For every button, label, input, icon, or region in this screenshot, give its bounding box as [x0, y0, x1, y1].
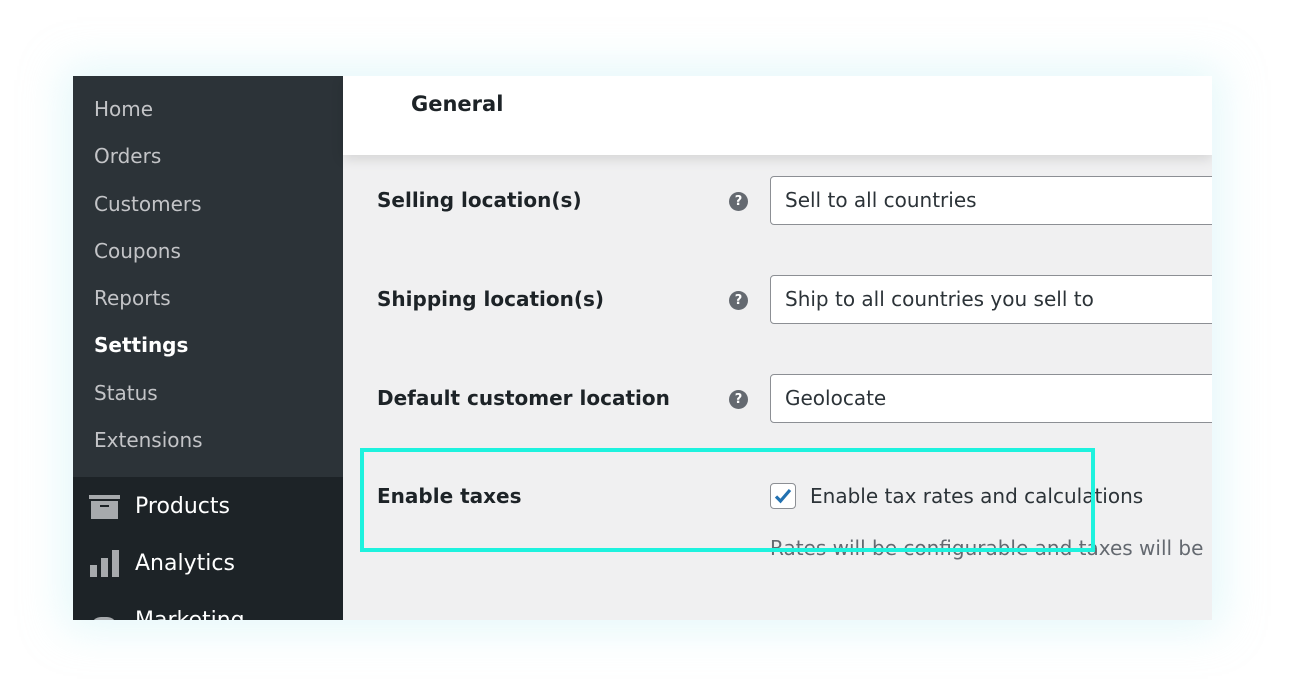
- help-icon[interactable]: ?: [729, 390, 748, 409]
- default-location-select[interactable]: Geolocate: [770, 374, 1212, 423]
- sidebar-item-marketing[interactable]: Marketing: [73, 592, 245, 620]
- archive-box-icon: [89, 493, 121, 521]
- help-icon[interactable]: ?: [729, 291, 748, 310]
- sidebar-item-settings[interactable]: Settings: [73, 322, 343, 369]
- selling-location-select[interactable]: Sell to all countries: [770, 176, 1212, 225]
- shipping-location-select[interactable]: Ship to all countries you sell to: [770, 275, 1212, 324]
- sidebar-item-orders[interactable]: Orders: [73, 133, 343, 180]
- tab-general[interactable]: General: [411, 92, 503, 116]
- sidebar-item-label: Products: [135, 494, 230, 519]
- sidebar-item-home[interactable]: Home: [73, 86, 343, 133]
- settings-submenu: Home Orders Customers Coupons Reports Se…: [73, 76, 343, 477]
- bar-chart-icon: [89, 549, 121, 578]
- help-icon[interactable]: ?: [729, 192, 748, 211]
- sidebar-item-coupons[interactable]: Coupons: [73, 228, 343, 275]
- sidebar-item-extensions[interactable]: Extensions: [73, 417, 343, 464]
- field-label: Selling location(s): [377, 188, 582, 212]
- sidebar-item-products[interactable]: Products: [73, 478, 230, 535]
- highlight-box: [360, 448, 1095, 552]
- megaphone-icon: [89, 607, 121, 620]
- sidebar-item-customers[interactable]: Customers: [73, 181, 343, 228]
- field-label: Default customer location: [377, 386, 670, 410]
- sidebar-item-label: Analytics: [135, 551, 235, 576]
- field-label: Shipping location(s): [377, 287, 605, 311]
- settings-header: General: [343, 76, 1212, 155]
- sidebar-item-analytics[interactable]: Analytics: [73, 535, 235, 592]
- sidebar: Home Orders Customers Coupons Reports Se…: [73, 76, 343, 620]
- sidebar-item-status[interactable]: Status: [73, 370, 343, 417]
- sidebar-item-label: Marketing: [135, 608, 245, 620]
- app-window: Home Orders Customers Coupons Reports Se…: [73, 76, 1212, 620]
- sidebar-item-reports[interactable]: Reports: [73, 275, 343, 322]
